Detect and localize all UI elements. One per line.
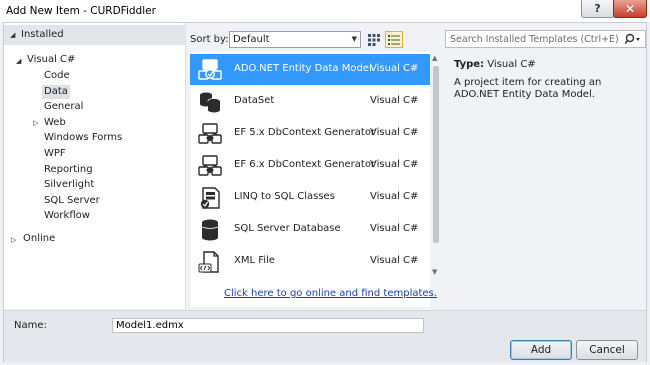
type-key: Type: bbox=[454, 59, 485, 70]
dataset-icon bbox=[200, 92, 221, 113]
list-view-icon bbox=[388, 34, 400, 45]
template-name: ADO.NET Entity Data Model bbox=[234, 63, 372, 74]
tree-item-wpf[interactable]: WPF bbox=[42, 147, 68, 161]
template-row[interactable]: EF 6.x DbContext Generator Visual C# bbox=[190, 150, 430, 181]
list-view-button[interactable] bbox=[385, 31, 403, 48]
template-row[interactable]: SQL Server Database Visual C# bbox=[190, 214, 430, 245]
entity-model-icon bbox=[198, 59, 222, 80]
search-placeholder: Search Installed Templates (Ctrl+E) bbox=[450, 34, 619, 45]
name-input[interactable] bbox=[112, 318, 424, 333]
xml-file-icon bbox=[198, 251, 219, 273]
template-language: Visual C# bbox=[370, 63, 419, 74]
tree-item-web[interactable]: Web bbox=[42, 116, 68, 130]
help-button[interactable]: ? bbox=[581, 0, 614, 18]
scroll-up-arrow-icon[interactable]: ▲ bbox=[432, 54, 437, 62]
bottom-bar: Name: Add Cancel bbox=[4, 310, 646, 362]
tree-item-data[interactable]: Data bbox=[42, 84, 70, 99]
collapsed-triangle-icon[interactable]: ▷ bbox=[33, 119, 38, 127]
template-name: EF 6.x DbContext Generator bbox=[234, 159, 376, 170]
template-language: Visual C# bbox=[370, 191, 419, 202]
template-row[interactable]: LINQ to SQL Classes Visual C# bbox=[190, 182, 430, 213]
tree-item-general[interactable]: General bbox=[42, 100, 85, 114]
template-language: Visual C# bbox=[370, 159, 419, 170]
expanded-triangle-icon[interactable]: ◢ bbox=[10, 31, 15, 39]
template-name: LINQ to SQL Classes bbox=[234, 191, 335, 202]
tree-item-code[interactable]: Code bbox=[42, 69, 72, 83]
cancel-button[interactable]: Cancel bbox=[576, 340, 638, 360]
sort-by-value: Default bbox=[233, 34, 270, 45]
template-name: XML File bbox=[234, 255, 275, 266]
online-templates-link[interactable]: Click here to go online and find templat… bbox=[224, 288, 437, 299]
scroll-thumb[interactable] bbox=[433, 66, 439, 243]
title-bar: Add New Item - CURDFiddler ? ✕ bbox=[0, 0, 650, 22]
search-input[interactable]: Search Installed Templates (Ctrl+E) bbox=[445, 30, 646, 48]
small-icons-view-button[interactable] bbox=[365, 31, 383, 48]
tree-item-sql-server[interactable]: SQL Server bbox=[42, 194, 102, 208]
dbcontext-generator-icon bbox=[198, 123, 222, 144]
template-language: Visual C# bbox=[370, 127, 419, 138]
template-description: A project item for creating an ADO.NET E… bbox=[454, 77, 602, 100]
name-label: Name: bbox=[14, 320, 47, 331]
close-button[interactable]: ✕ bbox=[613, 0, 647, 18]
expanded-triangle-icon[interactable]: ◢ bbox=[16, 57, 21, 65]
template-language: Visual C# bbox=[370, 223, 419, 234]
add-new-item-dialog: Add New Item - CURDFiddler ? ✕ ◢ Install… bbox=[0, 0, 650, 365]
add-button[interactable]: Add bbox=[510, 340, 572, 360]
template-list-scrollbar[interactable]: ▲ ▼ bbox=[430, 52, 442, 278]
dropdown-arrow-icon: ▼ bbox=[351, 35, 357, 43]
template-row[interactable]: EF 5.x DbContext Generator Visual C# bbox=[190, 118, 430, 149]
template-row[interactable]: ADO.NET Entity Data Model Visual C# bbox=[190, 54, 430, 85]
template-row[interactable]: DataSet Visual C# bbox=[190, 86, 430, 117]
search-icon[interactable] bbox=[625, 33, 641, 45]
template-name: EF 5.x DbContext Generator bbox=[234, 127, 376, 138]
tree-item-workflow[interactable]: Workflow bbox=[42, 209, 92, 223]
linq-classes-icon bbox=[200, 187, 220, 209]
category-tree: ◢ Installed ◢ Visual C# Code Data General W… bbox=[4, 23, 186, 309]
sort-by-label: Sort by: bbox=[190, 34, 229, 45]
tree-item-silverlight[interactable]: Silverlight bbox=[42, 178, 96, 192]
tree-item-windows-forms[interactable]: Windows Forms bbox=[42, 131, 124, 145]
database-icon bbox=[201, 219, 219, 241]
type-value: Visual C# bbox=[487, 59, 536, 70]
tree-item-reporting[interactable]: Reporting bbox=[42, 163, 95, 177]
installed-header[interactable]: ◢ Installed bbox=[4, 25, 186, 45]
template-type: Type: Visual C# bbox=[454, 59, 536, 70]
collapsed-triangle-icon[interactable]: ▷ bbox=[11, 236, 16, 244]
template-name: SQL Server Database bbox=[234, 223, 341, 234]
template-row[interactable]: XML File Visual C# bbox=[190, 246, 430, 277]
template-language: Visual C# bbox=[370, 255, 419, 266]
dbcontext-generator-icon bbox=[198, 155, 222, 176]
tree-item-online[interactable]: Online bbox=[23, 233, 55, 244]
dialog-content: ◢ Installed ◢ Visual C# Code Data General W… bbox=[3, 22, 647, 362]
template-language: Visual C# bbox=[370, 95, 419, 106]
sort-by-select[interactable]: Default ▼ bbox=[229, 31, 361, 48]
installed-label: Installed bbox=[21, 29, 64, 40]
template-name: DataSet bbox=[234, 95, 275, 106]
template-list: ADO.NET Entity Data Model Visual C# DataS… bbox=[190, 52, 430, 307]
tree-item-visual-csharp[interactable]: Visual C# bbox=[27, 54, 75, 65]
window-title: Add New Item - CURDFiddler bbox=[6, 5, 156, 17]
scroll-down-arrow-icon[interactable]: ▼ bbox=[432, 268, 437, 276]
grid-view-icon bbox=[368, 33, 380, 46]
